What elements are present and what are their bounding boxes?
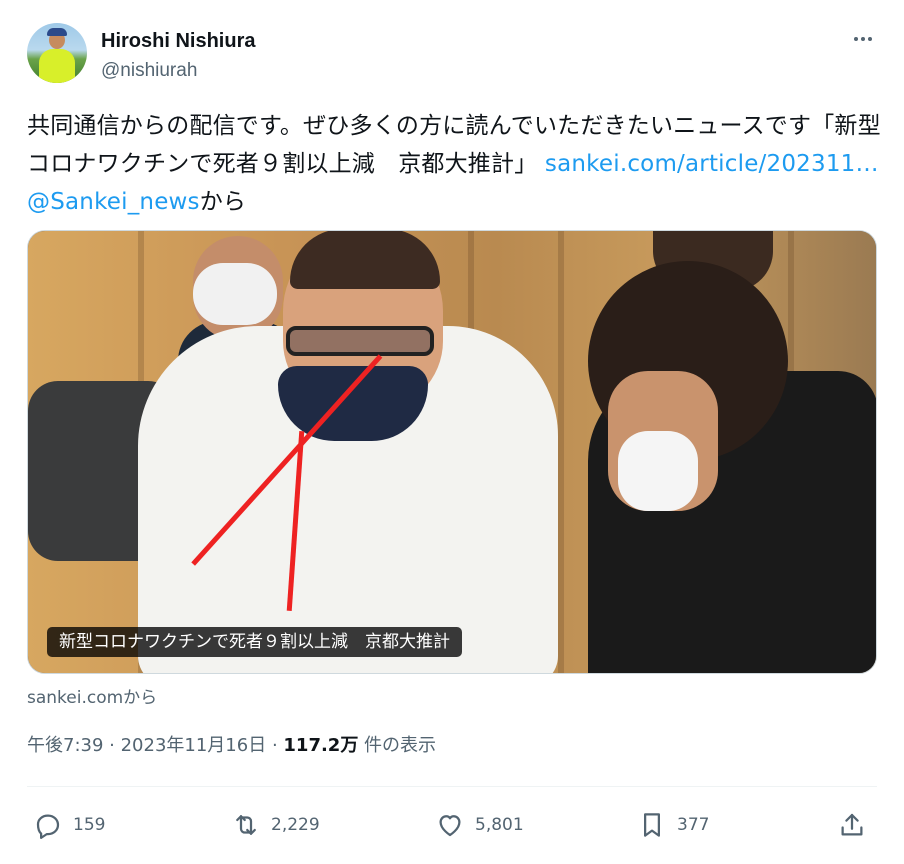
action-bar: 159 2,229 5,801 377 [27, 803, 877, 847]
tweet-text: 共同通信からの配信です。ぜひ多くの方に読んでいただきたいニュースです「新型コロナ… [27, 107, 882, 221]
bookmark-icon [644, 813, 660, 837]
meta-separator: · [103, 735, 121, 756]
share-icon [841, 813, 863, 836]
mention-link[interactable]: @Sankei_news [27, 189, 200, 215]
more-icon[interactable] [846, 26, 880, 52]
author-name[interactable]: Hiroshi Nishiura [101, 30, 255, 53]
avatar[interactable] [27, 23, 87, 83]
card-title: 新型コロナワクチンで死者９割以上減 京都大推計 [47, 627, 462, 657]
bookmark-count: 377 [677, 815, 710, 835]
meta-separator: · [266, 735, 284, 756]
divider [27, 786, 877, 787]
tweet: Hiroshi Nishiura @nishiurah 共同通信からの配信です。… [0, 0, 904, 864]
retweet-count: 2,229 [271, 815, 320, 835]
tweet-time[interactable]: 午後7:39 [27, 735, 103, 756]
retweet-button[interactable]: 2,229 [231, 803, 320, 847]
card-photo [28, 231, 876, 673]
retweet-icon [236, 815, 256, 835]
views-label: 件の表示 [358, 735, 437, 756]
avatar-cap [47, 28, 67, 36]
views-count: 117.2万 [283, 735, 359, 756]
share-button[interactable] [837, 803, 867, 847]
tweet-meta: 午後7:39 · 2023年11月16日 · 117.2万 件の表示 [27, 731, 436, 757]
avatar-shirt [39, 49, 75, 83]
tweet-date[interactable]: 2023年11月16日 [121, 735, 267, 756]
reply-icon [36, 814, 60, 839]
reply-count: 159 [73, 815, 106, 835]
author-handle[interactable]: @nishiurah [101, 60, 197, 82]
bookmark-button[interactable]: 377 [637, 803, 709, 847]
article-link[interactable]: sankei.com/article/202311… [545, 151, 879, 177]
tweet-text-tail: から [199, 189, 247, 215]
link-card[interactable]: 新型コロナワクチンで死者９割以上減 京都大推計 [27, 230, 877, 674]
card-source[interactable]: sankei.comから [27, 683, 157, 708]
like-icon [439, 815, 461, 837]
reply-button[interactable]: 159 [33, 803, 105, 847]
like-button[interactable]: 5,801 [435, 803, 524, 847]
like-count: 5,801 [475, 815, 524, 835]
